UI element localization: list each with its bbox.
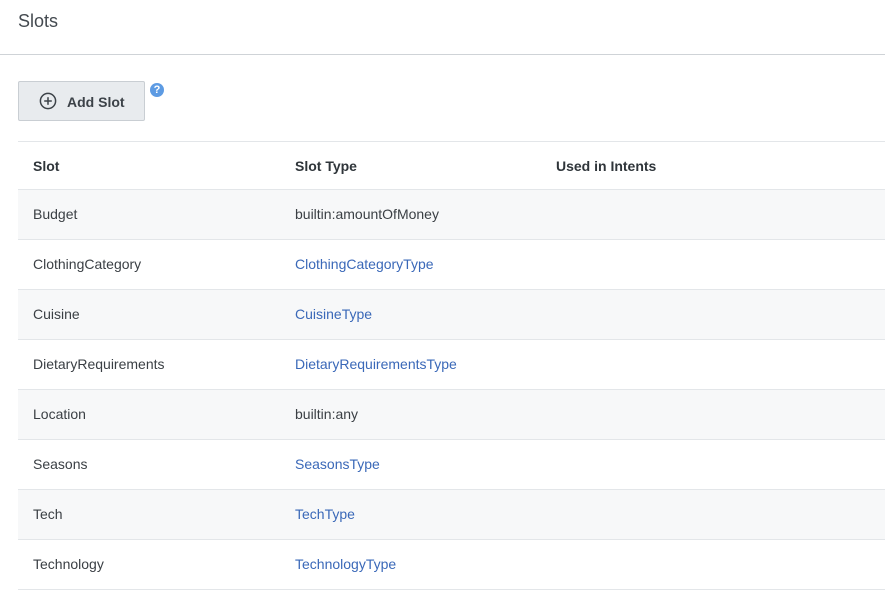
add-slot-label: Add Slot	[67, 94, 125, 110]
table-row[interactable]: Budget builtin:amountOfMoney	[18, 190, 885, 240]
slot-name-cell[interactable]: ClothingCategory	[33, 256, 141, 273]
toolbar: Add Slot ?	[0, 55, 885, 141]
add-slot-button[interactable]: Add Slot	[18, 81, 145, 121]
table-row[interactable]: DietaryRequirements DietaryRequirementsTy…	[18, 340, 885, 390]
slot-type-cell: builtin:any	[295, 406, 359, 422]
slot-name-cell[interactable]: Tech	[33, 506, 63, 523]
table-row[interactable]: Cuisine CuisineType	[18, 290, 885, 340]
page-title: Slots	[18, 11, 59, 31]
table-row[interactable]: Location builtin:any	[18, 390, 885, 440]
slot-name-cell[interactable]: Budget	[33, 206, 77, 223]
slot-type-link[interactable]: ClothingCategoryType	[295, 256, 434, 273]
slots-table: Slot Slot Type Used in Intents Budget bui…	[18, 141, 885, 590]
slot-type-link[interactable]: TechnologyType	[295, 556, 396, 573]
slot-type-link[interactable]: TechType	[295, 506, 355, 523]
table-row[interactable]: Technology TechnologyType	[18, 540, 885, 590]
table-row[interactable]: Seasons SeasonsType	[18, 440, 885, 490]
table-row[interactable]: Tech TechType	[18, 490, 885, 540]
slots-page: Slots Add Slot ? Slot Slot Type Used in …	[0, 0, 885, 596]
column-header-slot-type[interactable]: Slot Type	[295, 158, 357, 175]
page-header: Slots	[0, 0, 885, 55]
slot-type-link[interactable]: SeasonsType	[295, 456, 380, 473]
column-header-slot[interactable]: Slot	[33, 158, 59, 175]
slot-name-cell[interactable]: Technology	[33, 556, 104, 573]
question-circle-icon[interactable]: ?	[150, 83, 164, 97]
plus-circle-icon	[39, 92, 57, 110]
slot-name-cell[interactable]: Location	[33, 406, 86, 423]
slot-type-link[interactable]: CuisineType	[295, 306, 372, 323]
slot-type-cell: builtin:amountOfMoney	[295, 206, 439, 222]
slot-type-link[interactable]: DietaryRequirementsType	[295, 356, 457, 373]
slot-name-cell[interactable]: Cuisine	[33, 306, 80, 323]
column-header-used-in-intents[interactable]: Used in Intents	[556, 158, 656, 175]
slot-name-cell[interactable]: DietaryRequirements	[33, 356, 165, 373]
table-body: Budget builtin:amountOfMoney ClothingCateg…	[18, 190, 885, 590]
table-row[interactable]: ClothingCategory ClothingCategoryType	[18, 240, 885, 290]
table-header: Slot Slot Type Used in Intents	[18, 141, 885, 190]
slot-name-cell[interactable]: Seasons	[33, 456, 87, 473]
